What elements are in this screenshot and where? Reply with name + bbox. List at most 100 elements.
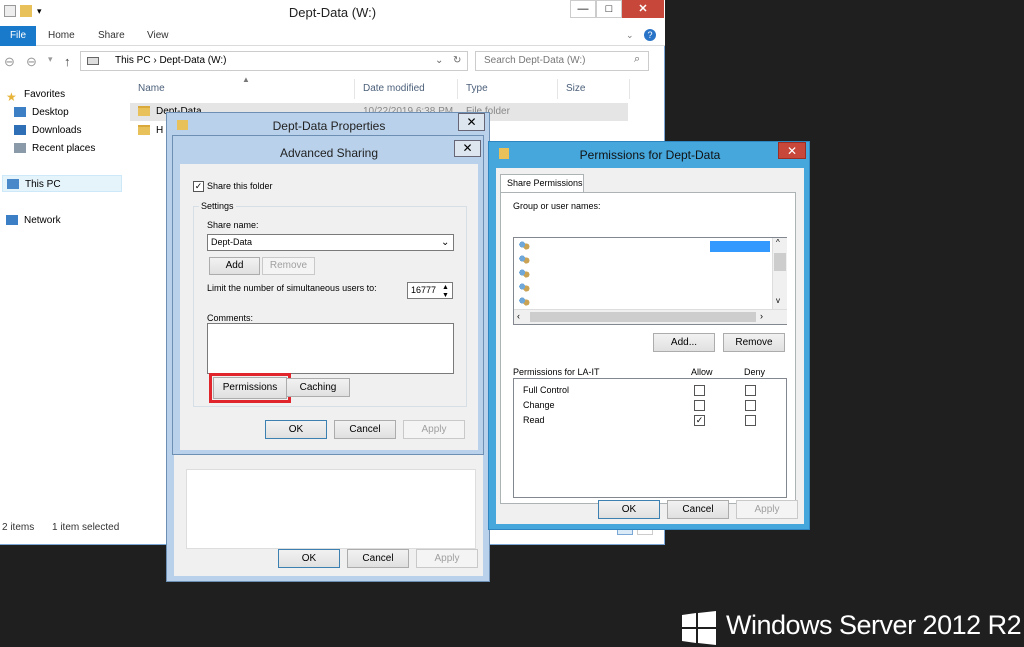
permissions-cancel-button[interactable]: Cancel — [667, 500, 729, 519]
stepper-down-icon[interactable]: ▼ — [442, 288, 449, 303]
tab-share-permissions[interactable]: Share Permissions — [500, 174, 584, 193]
drive-icon — [87, 57, 99, 65]
ribbon-expand-icon[interactable]: ⌄ — [626, 30, 634, 41]
remove-user-button[interactable]: Remove — [723, 333, 785, 352]
tab-file[interactable]: File — [0, 26, 36, 46]
col-size[interactable]: Size — [558, 79, 630, 99]
user-group-icon — [518, 269, 530, 279]
maximize-button[interactable]: □ — [596, 0, 622, 18]
refresh-icon[interactable]: ↻ — [453, 52, 461, 70]
advanced-ok-button[interactable]: OK — [265, 420, 327, 439]
nav-desktop[interactable]: Desktop — [14, 104, 69, 121]
nav-downloads[interactable]: Downloads — [14, 122, 81, 139]
full-control-allow-checkbox[interactable] — [694, 385, 705, 396]
change-deny-checkbox[interactable] — [745, 400, 756, 411]
user-group-icon — [518, 255, 530, 265]
comments-label: Comments: — [207, 313, 254, 323]
network-icon — [6, 215, 18, 226]
scroll-down-icon[interactable]: v — [776, 296, 780, 305]
scroll-up-icon[interactable]: ^ — [776, 238, 780, 247]
nav-favorites-label: Favorites — [24, 89, 66, 100]
nav-thispc-label: This PC — [25, 179, 61, 190]
permissions-apply-button[interactable]: Apply — [736, 500, 798, 519]
settings-label: Settings — [199, 201, 236, 211]
properties-apply-button[interactable]: Apply — [416, 549, 478, 568]
scroll-right-icon[interactable]: › — [760, 311, 763, 321]
up-icon[interactable]: ↑ — [64, 54, 71, 69]
recent-places-icon — [14, 143, 26, 154]
permissions-for-label: Permissions for LA-IT — [513, 367, 600, 377]
nav-recent-label: Recent places — [32, 143, 96, 154]
permissions-title: Permissions for Dept-Data — [579, 148, 721, 162]
nav-desktop-label: Desktop — [32, 107, 69, 118]
scroll-left-icon[interactable]: ‹ — [517, 311, 520, 321]
nav-thispc[interactable]: This PC — [2, 175, 122, 192]
group-user-label: Group or user names: — [513, 201, 601, 211]
properties-cancel-button[interactable]: Cancel — [347, 549, 409, 568]
nav-recent[interactable]: Recent places — [14, 140, 95, 157]
explorer-title: Dept-Data (W:) — [288, 5, 377, 20]
nav-network-label: Network — [24, 215, 61, 226]
remove-share-button[interactable]: Remove — [262, 257, 315, 275]
share-folder-label: Share this folder — [207, 181, 273, 191]
nav-favorites[interactable]: ★ Favorites — [6, 86, 66, 104]
read-allow-checkbox[interactable]: ✓ — [694, 415, 705, 426]
vertical-scrollbar[interactable]: ^ v — [772, 238, 787, 309]
col-date-modified[interactable]: Date modified — [355, 79, 458, 99]
file-row[interactable]: H File folder — [138, 122, 491, 154]
back-icon[interactable]: ⊖ — [4, 54, 15, 70]
close-button[interactable]: ✕ — [622, 0, 664, 18]
user-limit-stepper[interactable]: 16777 ▲ ▼ — [407, 282, 453, 299]
nav-network[interactable]: Network — [6, 212, 61, 229]
tab-home[interactable]: Home — [48, 26, 75, 46]
comments-textarea[interactable] — [207, 323, 454, 374]
selected-user-row[interactable] — [710, 241, 770, 252]
advanced-sharing-body: ✓ Share this folder Settings Share name:… — [180, 164, 478, 450]
scrollbar-thumb[interactable] — [774, 253, 786, 271]
address-bar[interactable]: This PC › Dept-Data (W:) ⌄ ↻ — [80, 51, 468, 71]
advanced-apply-button[interactable]: Apply — [403, 420, 465, 439]
tab-view[interactable]: View — [147, 26, 169, 46]
advanced-sharing-close-button[interactable]: ✕ — [454, 140, 481, 157]
properties-ok-button[interactable]: OK — [278, 549, 340, 568]
perm-name: Change — [523, 400, 555, 410]
permissions-table: Full Control Change Read ✓ — [513, 378, 787, 498]
add-share-button[interactable]: Add — [209, 257, 260, 275]
chevron-down-icon[interactable]: ⌄ — [441, 235, 449, 250]
user-group-icon — [518, 241, 530, 251]
permissions-ok-button[interactable]: OK — [598, 500, 660, 519]
horizontal-scrollbar[interactable]: ‹ › — [514, 309, 787, 324]
status-items: 2 items — [2, 522, 35, 533]
help-icon[interactable]: ? — [644, 29, 656, 41]
windows-logo-icon — [682, 611, 716, 645]
advanced-cancel-button[interactable]: Cancel — [334, 420, 396, 439]
address-dropdown-icon[interactable]: ⌄ — [435, 52, 443, 70]
limit-users-label: Limit the number of simultaneous users t… — [207, 283, 377, 293]
tab-share[interactable]: Share — [98, 26, 125, 46]
advanced-sharing-title: Advanced Sharing — [279, 146, 379, 160]
properties-close-button[interactable]: ✕ — [458, 113, 485, 131]
user-group-icon — [518, 283, 530, 293]
add-user-button[interactable]: Add... — [653, 333, 715, 352]
col-type[interactable]: Type — [458, 79, 558, 99]
user-limit-value: 16777 — [411, 285, 437, 295]
properties-title: Dept-Data Properties — [272, 119, 386, 133]
share-name-value: Dept-Data — [211, 237, 253, 247]
share-folder-checkbox[interactable]: ✓ — [193, 181, 204, 192]
permissions-button[interactable]: Permissions — [213, 377, 287, 399]
change-allow-checkbox[interactable] — [694, 400, 705, 411]
read-deny-checkbox[interactable] — [745, 415, 756, 426]
minimize-button[interactable]: — — [570, 0, 596, 18]
folder-icon — [138, 106, 150, 117]
recent-dropdown-icon[interactable]: ▾ — [48, 54, 53, 65]
address-text: This PC › Dept-Data (W:) — [115, 55, 227, 66]
user-list[interactable]: ^ v ‹ › — [513, 237, 787, 325]
scrollbar-thumb[interactable] — [530, 312, 756, 322]
forward-icon[interactable]: ⊖ — [26, 54, 37, 70]
share-name-combobox[interactable]: Dept-Data ⌄ — [207, 234, 454, 251]
full-control-deny-checkbox[interactable] — [745, 385, 756, 396]
permissions-close-button[interactable]: ✕ — [778, 142, 806, 159]
address-row: ⊖ ⊖ ▾ ↑ This PC › Dept-Data (W:) ⌄ ↻ Sea… — [0, 49, 665, 75]
search-input[interactable]: Search Dept-Data (W:) — [475, 51, 649, 71]
caching-button[interactable]: Caching — [286, 378, 350, 397]
